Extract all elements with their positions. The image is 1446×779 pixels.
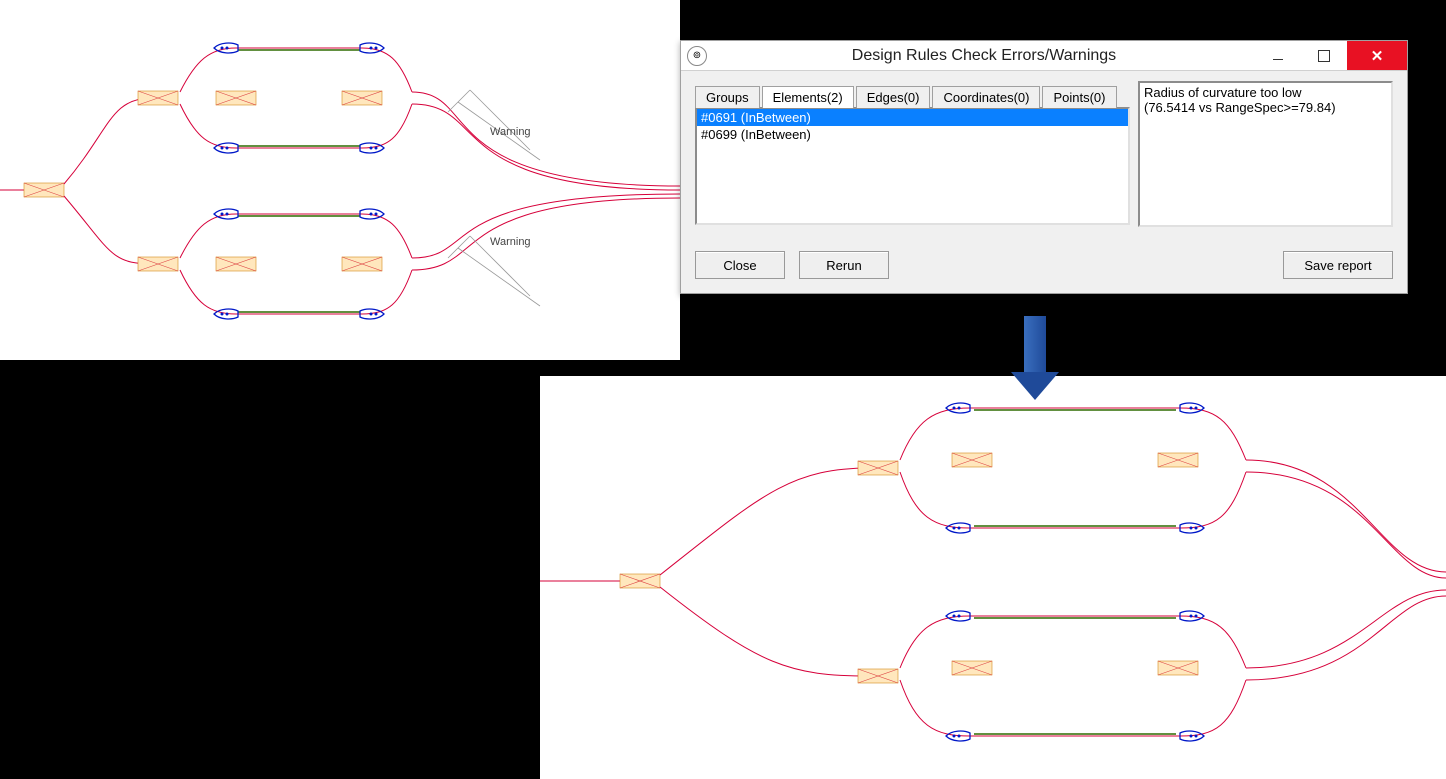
tab-elements[interactable]: Elements(2) [762,86,854,108]
warning-label-1: Warning [490,126,531,138]
warning-label-2: Warning [490,236,531,248]
app-icon: ⊚ [687,46,707,66]
schematic-panel-bottom-right [540,376,1446,779]
detail-line: Radius of curvature too low [1144,85,1387,100]
drc-dialog: ⊚ Design Rules Check Errors/Warnings ✕ G… [680,40,1408,294]
dialog-title: Design Rules Check Errors/Warnings [713,47,1255,65]
flow-arrow-icon [1024,316,1059,400]
list-item[interactable]: #0699 (InBetween) [697,126,1128,143]
close-button[interactable]: Close [695,251,785,279]
schematic-top-left-svg [0,0,680,360]
list-item[interactable]: #0691 (InBetween) [697,109,1128,126]
tab-points[interactable]: Points(0) [1042,86,1116,108]
tab-groups[interactable]: Groups [695,86,760,108]
rerun-button[interactable]: Rerun [799,251,889,279]
tab-coordinates[interactable]: Coordinates(0) [932,86,1040,108]
close-window-button[interactable]: ✕ [1347,41,1407,70]
save-report-button[interactable]: Save report [1283,251,1393,279]
detail-line: (76.5414 vs RangeSpec>=79.84) [1144,100,1387,115]
detail-box: Radius of curvature too low (76.5414 vs … [1138,81,1393,227]
schematic-panel-top-left: Warning Warning [0,0,680,360]
schematic-bottom-right-svg [540,376,1446,779]
elements-listbox[interactable]: #0691 (InBetween) #0699 (InBetween) [695,107,1130,225]
titlebar[interactable]: ⊚ Design Rules Check Errors/Warnings ✕ [681,41,1407,71]
tab-edges[interactable]: Edges(0) [856,86,931,108]
maximize-button[interactable] [1301,41,1347,70]
tabstrip: Groups Elements(2) Edges(0) Coordinates(… [695,81,1130,107]
minimize-button[interactable] [1255,41,1301,70]
dialog-body: Groups Elements(2) Edges(0) Coordinates(… [681,71,1407,293]
